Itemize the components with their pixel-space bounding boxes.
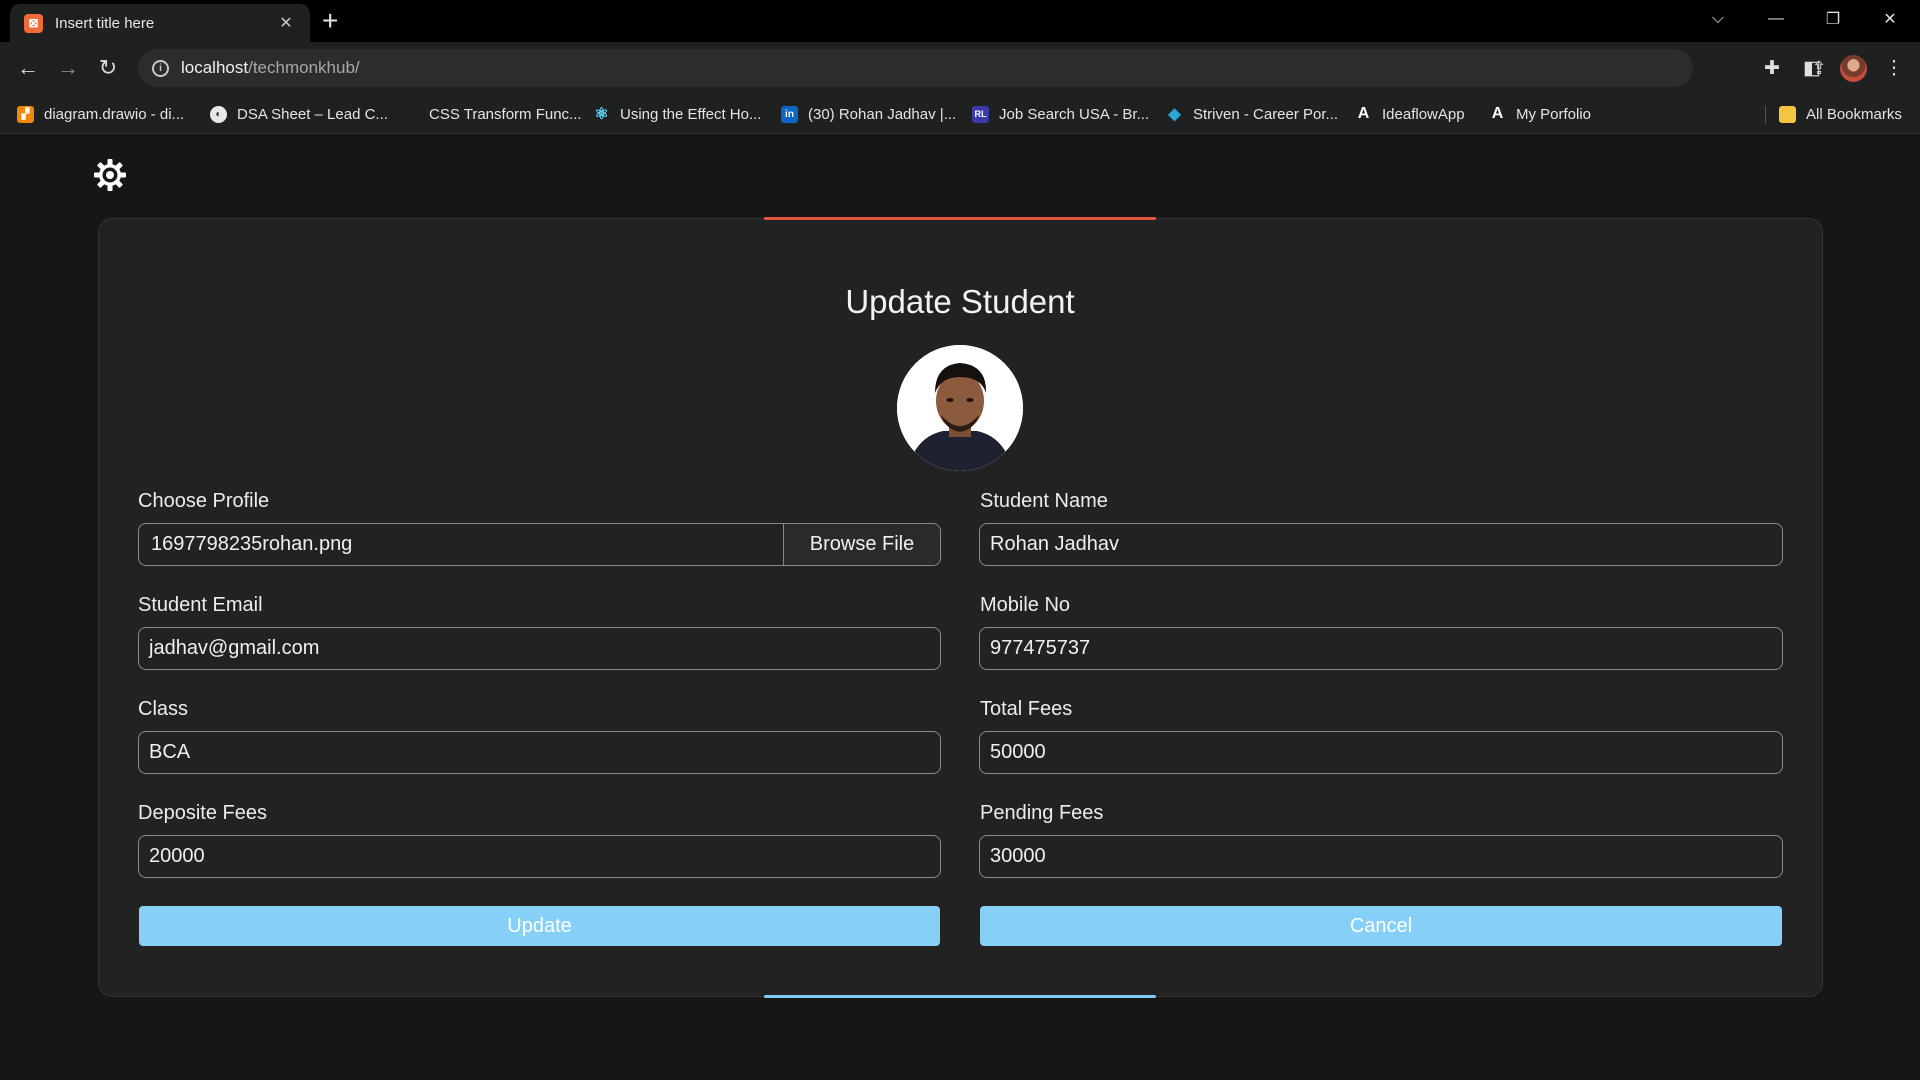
- minimize-icon[interactable]: —: [1748, 0, 1804, 38]
- pending-fees-field[interactable]: 30000: [979, 835, 1783, 878]
- linkedin-icon: in: [781, 105, 798, 123]
- browse-file-button[interactable]: Browse File: [783, 524, 940, 565]
- globe-icon: ◐: [210, 105, 227, 123]
- mobile-no-field[interactable]: 977475737: [979, 627, 1783, 670]
- blank-icon: [402, 106, 419, 123]
- ideaflow-icon: A: [1357, 105, 1370, 122]
- update-button[interactable]: Update: [139, 906, 940, 946]
- student-name-label: Student Name: [980, 490, 1108, 512]
- tab-title: Insert title here: [55, 14, 155, 32]
- all-bookmarks-folder[interactable]: All Bookmarks: [1779, 103, 1902, 125]
- menu-kebab-icon[interactable]: ⋮: [1882, 56, 1906, 80]
- total-fees-label: Total Fees: [980, 698, 1073, 720]
- reload-icon[interactable]: ↻: [92, 52, 124, 84]
- profile-file-input[interactable]: 1697798235rohan.png Browse File: [138, 523, 941, 566]
- bookmarks-divider: [1765, 106, 1766, 124]
- profile-file-name: 1697798235rohan.png: [151, 533, 353, 555]
- deposite-fees-field[interactable]: 20000: [138, 835, 941, 878]
- update-student-card: [98, 218, 1823, 997]
- side-panel-icon[interactable]: ◧: [1800, 56, 1824, 80]
- close-window-icon[interactable]: ✕: [1862, 0, 1918, 38]
- class-field[interactable]: BCA: [138, 731, 941, 774]
- card-top-accent: [764, 217, 1156, 220]
- choose-profile-label: Choose Profile: [138, 490, 270, 512]
- bookmark-item[interactable]: CSS Transform Func...: [402, 103, 582, 125]
- bookmark-item[interactable]: A IdeaflowApp: [1355, 103, 1465, 125]
- bookmark-item[interactable]: ▞ diagram.drawio - di...: [17, 103, 184, 125]
- bookmark-item[interactable]: ◐ DSA Sheet – Lead C...: [210, 103, 388, 125]
- class-label: Class: [138, 698, 189, 720]
- student-email-field[interactable]: jadhav@gmail.com: [138, 627, 941, 670]
- total-fees-field[interactable]: 50000: [979, 731, 1783, 774]
- tab-search-icon[interactable]: ⌵: [1690, 0, 1746, 38]
- browser-tab[interactable]: ⊠ Insert title here ✕: [10, 4, 310, 42]
- page-title: Update Student: [845, 283, 1075, 320]
- bookmarks-bar: ▞ diagram.drawio - di... ◐ DSA Sheet – L…: [0, 94, 1920, 134]
- rl-icon: RL: [972, 105, 989, 123]
- mobile-no-label: Mobile No: [980, 594, 1071, 616]
- ideaflow-icon: A: [1491, 105, 1504, 122]
- browser-tab-bar: ⊠ Insert title here ✕ + ⌵ — ❐ ✕: [0, 0, 1920, 42]
- drawio-icon: ▞: [17, 105, 34, 123]
- student-photo: [897, 345, 1023, 471]
- url-host: localhost: [181, 58, 249, 77]
- striven-icon: ◆: [1168, 106, 1181, 123]
- restore-icon[interactable]: ❐: [1805, 0, 1861, 38]
- extensions-icon[interactable]: ✚: [1760, 56, 1784, 80]
- react-icon: ⚛: [594, 106, 609, 123]
- forward-icon[interactable]: →: [52, 52, 84, 84]
- settings-gear-icon[interactable]: [92, 157, 128, 193]
- page-body: Update Student Choose Profile 1697798235…: [0, 135, 1920, 1080]
- url-path: /techmonkhub/: [248, 58, 360, 77]
- pending-fees-label: Pending Fees: [980, 802, 1104, 824]
- student-name-field[interactable]: Rohan Jadhav: [979, 523, 1783, 566]
- new-tab-icon[interactable]: +: [322, 6, 338, 36]
- bookmark-item[interactable]: RL Job Search USA - Br...: [972, 103, 1149, 125]
- profile-avatar[interactable]: [1840, 55, 1867, 82]
- address-bar[interactable]: i localhost/techmonkhub/ ⇪ ☆: [138, 49, 1868, 87]
- close-tab-icon[interactable]: ✕: [276, 13, 296, 33]
- site-info-icon[interactable]: i: [152, 59, 169, 77]
- bookmark-item[interactable]: A My Porfolio: [1489, 103, 1591, 125]
- bookmark-item[interactable]: ◆ Striven - Career Por...: [1166, 103, 1338, 125]
- xampp-icon: ⊠: [24, 13, 43, 33]
- student-email-label: Student Email: [138, 594, 263, 616]
- deposite-fees-label: Deposite Fees: [138, 802, 267, 824]
- cancel-button[interactable]: Cancel: [980, 906, 1782, 946]
- back-icon[interactable]: ←: [12, 52, 44, 84]
- card-bottom-accent: [764, 995, 1156, 998]
- bookmark-item[interactable]: in (30) Rohan Jadhav |...: [781, 103, 956, 125]
- bookmark-item[interactable]: ⚛ Using the Effect Ho...: [593, 103, 761, 125]
- folder-icon: [1779, 105, 1796, 123]
- browser-toolbar: ← → ↻ i localhost/techmonkhub/ ⇪ ☆ ✚ ◧ ⋮: [0, 42, 1920, 94]
